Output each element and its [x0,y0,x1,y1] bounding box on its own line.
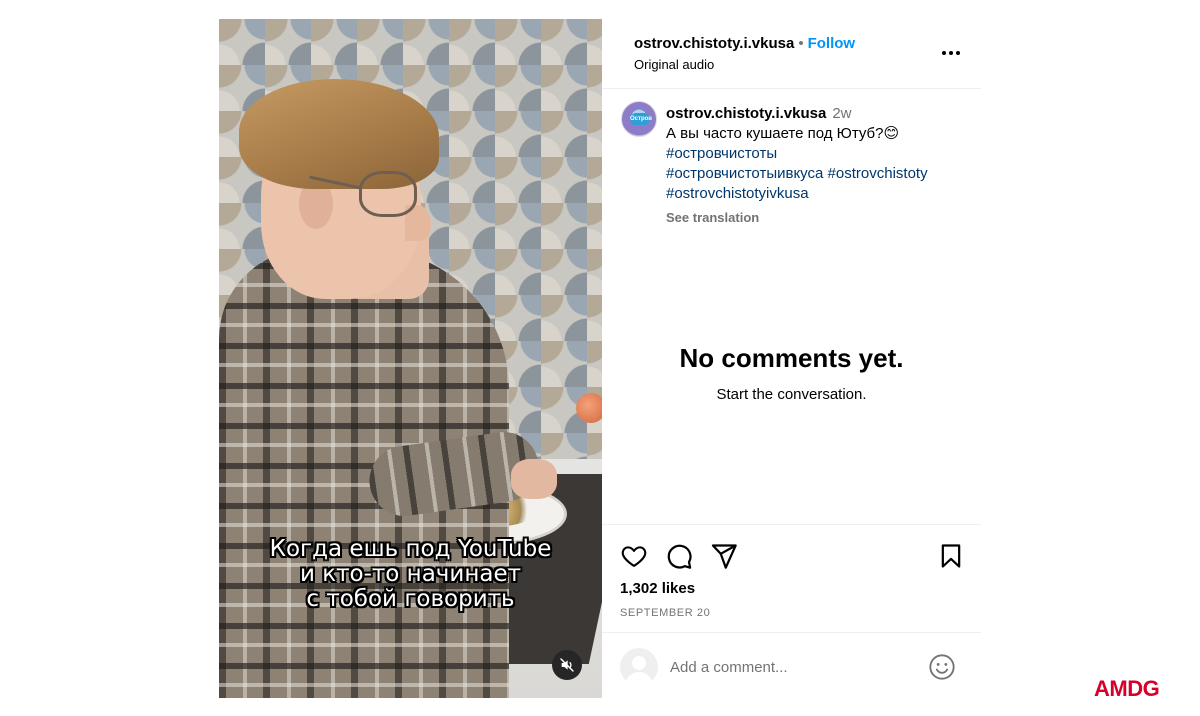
empty-comments-title: No comments yet. [679,343,904,373]
likes-count[interactable]: 1,302 likes [620,580,695,597]
video-caption: Когда ешь под YouTube и кто-то начинает … [219,537,602,612]
speaker-muted-icon [560,658,574,672]
comment-composer [602,632,981,698]
share-icon [711,544,737,569]
video-caption-line: и кто-то начинает [299,561,522,587]
comment-input[interactable] [670,655,920,679]
emoji-icon [929,654,955,680]
hashtag-link[interactable]: #ostrovchistoty [828,165,928,182]
comment-button[interactable] [665,542,693,570]
post-text: А вы часто кушаете под Ютуб?😊 [666,125,900,142]
author-avatar[interactable]: Остров [621,101,657,137]
current-user-avatar [620,648,658,686]
post-caption-header: ostrov.chistoty.i.vkusa 2w [666,104,971,124]
header-separator: • [798,35,804,52]
video-scene-hair [239,79,439,189]
mute-button[interactable] [552,650,582,680]
post-details-panel: ostrov.chistoty.i.vkusa • Follow Original … [602,19,981,698]
post-username[interactable]: ostrov.chistoty.i.vkusa [666,105,826,122]
hashtag-link[interactable]: #островчистотыивкуса [666,165,823,182]
video-caption-line: с тобой говорить [306,586,515,612]
post-timestamp[interactable]: 2w [832,105,851,122]
post-caption: ostrov.chistoty.i.vkusa 2w А вы часто куш… [666,104,971,228]
video-scene-hand [511,459,557,499]
comment-icon [667,544,692,569]
like-button[interactable] [620,542,648,570]
brand-logo: AMDG [1094,676,1160,701]
video-caption-line: Когда ешь под YouTube [269,536,552,562]
share-button[interactable] [710,542,738,570]
see-translation-link[interactable]: See translation [666,208,971,228]
header-user-line: ostrov.chistoty.i.vkusa • Follow [634,35,855,52]
heart-icon [621,546,647,567]
more-horizontal-icon [942,51,960,55]
emoji-button[interactable] [928,653,956,681]
avatar-logo-text: Остров [630,113,652,125]
video-scene-glasses [359,171,417,217]
reel-video[interactable]: Когда ешь под YouTube и кто-то начинает … [219,19,602,698]
save-button[interactable] [937,542,965,570]
default-avatar-icon [625,656,653,686]
video-scene-fruit [576,393,602,423]
hashtag-list: #островчистоты #островчистотыивкуса #ost… [666,144,971,204]
bookmark-icon [941,544,961,568]
post-header: ostrov.chistoty.i.vkusa • Follow Original … [602,19,981,89]
follow-button[interactable]: Follow [808,35,856,52]
empty-comments-subtitle: Start the conversation. [716,386,867,403]
hashtag-link[interactable]: #ostrovchistotyivkusa [666,185,809,202]
post-actions: 1,302 likes SEPTEMBER 20 [602,524,981,632]
audio-label[interactable]: Original audio [634,57,714,72]
header-username[interactable]: ostrov.chistoty.i.vkusa [634,35,794,52]
post-date: SEPTEMBER 20 [620,607,711,619]
more-options-button[interactable] [938,41,964,65]
hashtag-link[interactable]: #островчистоты [666,145,777,162]
